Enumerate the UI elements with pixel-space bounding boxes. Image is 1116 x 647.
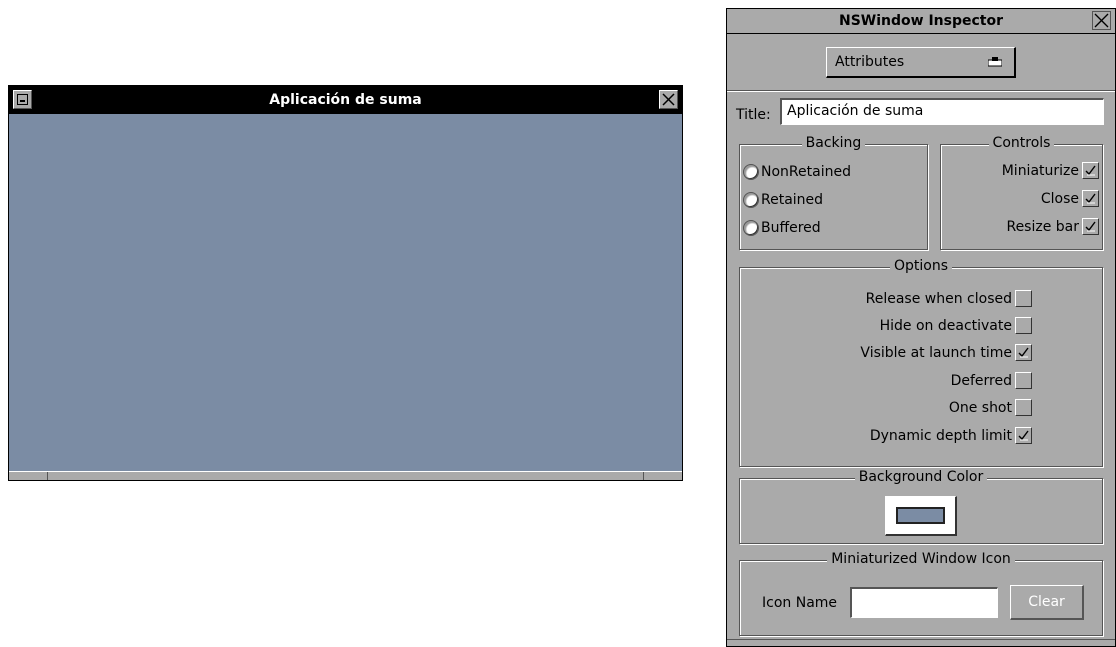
dynamic-depth-limit-label: Dynamic depth limit [869, 427, 1012, 444]
release-when-closed-label: Release when closed [865, 290, 1012, 307]
release-when-closed-checkbox[interactable]: Release when closed [866, 290, 1032, 307]
close-checkbox[interactable]: Close [1041, 190, 1099, 207]
miniaturized-icon-title: Miniaturized Window Icon [827, 551, 1015, 567]
visible-at-launch-checkbox[interactable]: Visible at launch time [860, 344, 1032, 361]
checkbox-box[interactable] [1015, 344, 1032, 361]
backing-group-title: Backing [801, 135, 866, 151]
visible-at-launch-label: Visible at launch time [860, 344, 1012, 361]
background-color-title: Background Color [854, 469, 988, 485]
radio-icon [743, 192, 759, 208]
radio-icon [743, 164, 759, 180]
app-window: Aplicación de suma [8, 85, 683, 481]
background-color-swatch [896, 507, 945, 524]
options-group-title: Options [889, 258, 953, 274]
checkmark-icon [1018, 430, 1029, 441]
resize-bar-label: Resize bar [1006, 218, 1079, 235]
header-divider [727, 90, 1115, 92]
miniaturize-button[interactable] [13, 90, 32, 109]
checkbox-box[interactable] [1015, 317, 1032, 334]
hide-on-deactivate-label: Hide on deactivate [879, 317, 1012, 334]
miniaturized-icon-group: Miniaturized Window Icon Icon Name Clear [739, 551, 1103, 636]
checkmark-icon [1085, 193, 1096, 204]
resize-grip-right[interactable] [643, 472, 644, 480]
checkbox-box[interactable] [1015, 290, 1032, 307]
miniaturize-checkbox[interactable]: Miniaturize [1002, 162, 1099, 179]
checkmark-icon [1018, 347, 1029, 358]
checkmark-icon [1085, 165, 1096, 176]
radio-retained-label: Retained [761, 192, 824, 208]
close-icon [662, 93, 675, 106]
checkbox-box[interactable] [1015, 399, 1032, 416]
dynamic-depth-limit-checkbox[interactable]: Dynamic depth limit [870, 427, 1032, 444]
resize-bar-checkbox[interactable]: Resize bar [1006, 218, 1099, 235]
inspector-title: NSWindow Inspector [839, 13, 1003, 29]
checkbox-box[interactable] [1082, 162, 1099, 179]
close-label: Close [1040, 190, 1079, 207]
clear-button[interactable]: Clear [1010, 585, 1084, 620]
options-group: Options Release when closed Hide on deac… [739, 258, 1103, 467]
popup-indicator-icon [988, 57, 1002, 67]
radio-nonretained[interactable]: NonRetained [743, 164, 851, 180]
inspector-mode-popup[interactable]: Attributes [826, 47, 1016, 78]
checkmark-icon [1085, 221, 1096, 232]
radio-icon [743, 220, 759, 236]
title-label: Title: [736, 107, 771, 123]
radio-buffered-label: Buffered [761, 220, 821, 236]
icon-name-label: Icon Name [762, 595, 838, 611]
resize-bar[interactable] [9, 471, 682, 480]
checkbox-box[interactable] [1082, 218, 1099, 235]
radio-retained[interactable]: Retained [743, 192, 823, 208]
inspector-resize-bar[interactable] [727, 639, 1115, 646]
inspector-mode-label: Attributes [835, 54, 905, 70]
close-icon [1094, 13, 1109, 28]
radio-buffered[interactable]: Buffered [743, 220, 821, 236]
background-color-group: Background Color [739, 469, 1103, 544]
background-color-well[interactable] [885, 496, 957, 536]
icon-name-field[interactable] [850, 587, 998, 618]
miniaturize-label: Miniaturize [1001, 162, 1079, 179]
backing-group: Backing NonRetained Retained Buffered [739, 135, 928, 250]
one-shot-label: One shot [948, 399, 1012, 416]
checkbox-box[interactable] [1082, 190, 1099, 207]
one-shot-checkbox[interactable]: One shot [949, 399, 1032, 416]
app-window-titlebar[interactable]: Aplicación de suma [9, 86, 682, 114]
controls-group: Controls Miniaturize Close Resize bar [940, 135, 1103, 250]
checkbox-box[interactable] [1015, 427, 1032, 444]
deferred-checkbox[interactable]: Deferred [951, 372, 1032, 389]
deferred-label: Deferred [950, 372, 1012, 389]
controls-group-title: Controls [988, 135, 1055, 151]
resize-grip-left[interactable] [47, 472, 48, 480]
miniaturize-icon [17, 94, 28, 105]
hide-on-deactivate-checkbox[interactable]: Hide on deactivate [880, 317, 1032, 334]
inspector-close-button[interactable] [1092, 11, 1111, 30]
radio-nonretained-label: NonRetained [761, 164, 851, 180]
checkbox-box[interactable] [1015, 372, 1032, 389]
inspector-panel: NSWindow Inspector Attributes Title: Apl… [726, 8, 1116, 647]
title-field[interactable]: Aplicación de suma [780, 98, 1104, 125]
app-window-title: Aplicación de suma [269, 92, 422, 108]
inspector-titlebar[interactable]: NSWindow Inspector [727, 9, 1115, 34]
close-button[interactable] [659, 90, 678, 109]
